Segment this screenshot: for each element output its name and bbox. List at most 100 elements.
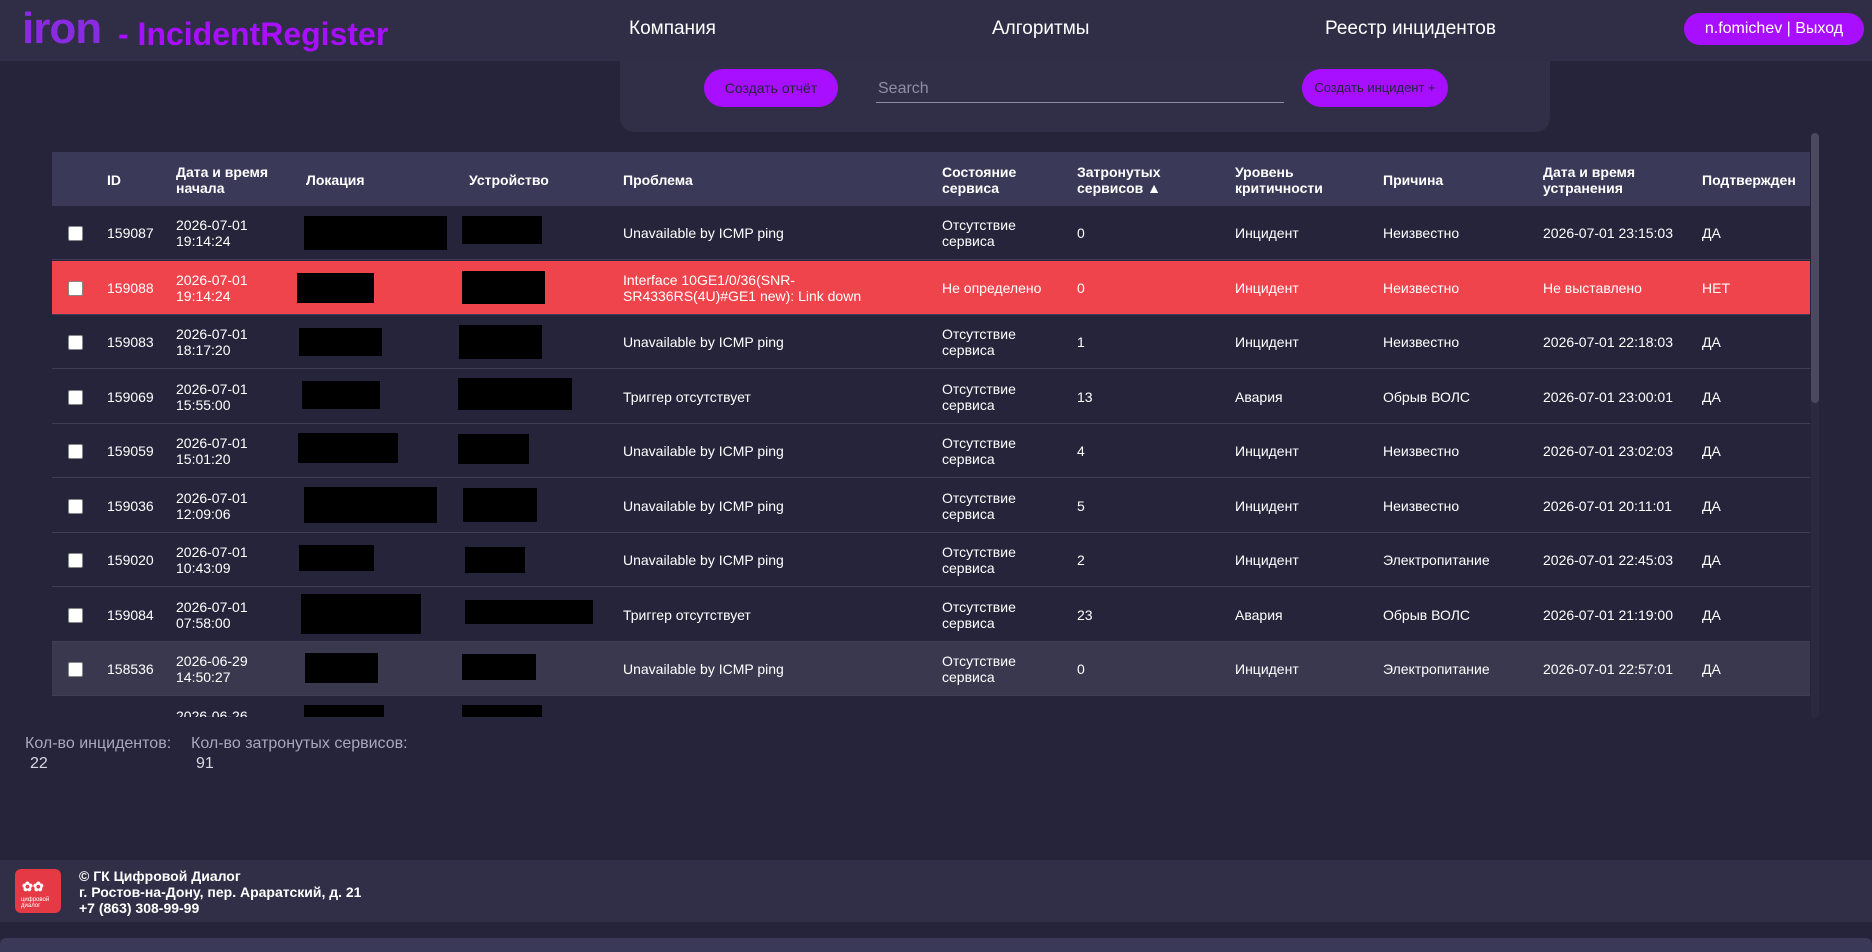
cell-cause: Неизвестно [1383, 279, 1460, 296]
col-id[interactable]: ID [107, 172, 121, 188]
cell-id: 159020 [107, 552, 154, 568]
cell-problem[interactable]: Триггер отсутствует [623, 389, 751, 405]
col-level[interactable]: Уровень критичности [1235, 164, 1335, 196]
col-problem[interactable]: Проблема [623, 172, 693, 188]
redacted-location [304, 704, 384, 717]
search-input[interactable] [876, 75, 1284, 103]
table-row[interactable]: 159083 2026-07-01 18:17:20 Unavailable by… [52, 315, 1810, 369]
redacted-device [458, 434, 529, 464]
col-state[interactable]: Состояние сервиса [942, 164, 1042, 196]
col-resolved[interactable]: Дата и время устранения [1543, 164, 1663, 196]
row-checkbox[interactable] [68, 553, 83, 568]
company-logo: ✿✿ цифровой диалог [15, 869, 61, 913]
cell-resolved: 2026-07-01 23:00:01 [1543, 388, 1673, 405]
cell-confirmed: ДА [1702, 497, 1721, 514]
cell-level: Инцидент [1235, 225, 1299, 241]
cell-id: 159084 [107, 606, 154, 623]
cell-problem[interactable]: Unavailable by ICMP ping [623, 334, 784, 350]
cell-affected: 2 [1077, 552, 1085, 568]
cell-id: 159087 [107, 225, 154, 241]
footer-address: г. Ростов-на-Дону, пер. Араратский, д. 2… [79, 884, 362, 900]
table-row[interactable]: 159088 2026-07-01 19:14:24 Interface 10GE… [52, 260, 1810, 315]
col-affected[interactable]: Затронутых сервисов ▲ [1077, 164, 1187, 196]
cell-problem[interactable]: Unavailable by ICMP ping [623, 661, 784, 677]
cell-problem[interactable]: Unavailable by ICMP ping [623, 443, 784, 459]
col-confirmed[interactable]: Подтвержден [1702, 172, 1796, 188]
table-row[interactable]: 159087 2026-07-01 19:14:24 Unavailable by… [52, 206, 1810, 260]
row-checkbox[interactable] [68, 444, 83, 459]
cell-state: Отсутствие сервиса [942, 653, 1016, 685]
cell-cause: Электропитание [1383, 661, 1490, 677]
create-report-button[interactable]: Создать отчёт [704, 69, 838, 107]
col-device[interactable]: Устройство [469, 172, 549, 188]
redacted-location [305, 653, 378, 683]
cell-id: 159088 [107, 279, 154, 296]
company-logo-text: цифровой диалог [21, 897, 50, 909]
row-checkbox[interactable] [68, 716, 83, 717]
incidents-count-value: 22 [30, 755, 48, 772]
cell-problem[interactable]: Unavailable by ICMP ping [623, 552, 784, 568]
redacted-location [304, 486, 437, 523]
cell-start: 2026-07-01 19:14:24 [176, 271, 248, 304]
cell-id: 159036 [107, 497, 154, 514]
redacted-device [465, 547, 525, 573]
table-row[interactable]: 159084 2026-07-01 07:58:00 Триггер отсутс… [52, 588, 1810, 642]
cell-id: 159069 [107, 388, 154, 405]
cell-level: Инцидент [1235, 279, 1299, 296]
cell-id: 159083 [107, 334, 154, 350]
nav-company[interactable]: Компания [629, 18, 716, 40]
cell-state: Отсутствие сервиса [942, 217, 1016, 249]
row-checkbox[interactable] [68, 662, 83, 677]
redacted-location [299, 545, 374, 571]
row-checkbox[interactable] [68, 226, 83, 241]
table-row[interactable]: 159036 2026-07-01 12:09:06 Unavailable by… [52, 479, 1810, 533]
cell-confirmed: ДА [1702, 388, 1721, 405]
company-logo-mark-icon: ✿✿ [22, 879, 44, 894]
cell-affected: 0 [1077, 225, 1085, 241]
cell-affected: 4 [1077, 443, 1085, 459]
cell-cause: Неизвестно [1383, 225, 1460, 241]
row-checkbox[interactable] [68, 498, 83, 514]
table-row[interactable]: 159020 2026-07-01 10:43:09 Unavailable by… [52, 533, 1810, 587]
redacted-location [298, 433, 398, 463]
cell-resolved: 2026-07-01 22:57:01 [1543, 661, 1673, 677]
row-checkbox[interactable] [68, 335, 83, 350]
row-checkbox[interactable] [68, 280, 83, 296]
col-cause[interactable]: Причина [1383, 172, 1443, 188]
cell-affected: 1 [1077, 334, 1085, 350]
redacted-device [462, 654, 536, 680]
cell-start: 2026-07-01 19:14:24 [176, 217, 248, 249]
cell-problem[interactable]: Триггер отсутствует [623, 607, 751, 623]
table-row[interactable]: 158536 2026-06-29 14:50:27 Unavailable by… [52, 642, 1810, 696]
row-checkbox[interactable] [68, 607, 83, 623]
redacted-device [459, 325, 542, 359]
cell-affected: 5 [1077, 497, 1085, 514]
redacted-device [462, 270, 545, 304]
col-start[interactable]: Дата и время начала [176, 164, 286, 196]
cell-resolved: 2026-07-01 22:18:03 [1543, 334, 1673, 350]
cell-problem[interactable]: Interface 10GE1/0/36(SNR- SR4336RS(4U)#GE… [623, 272, 861, 304]
cell-resolved: 2026-07-01 20:11:01 [1543, 497, 1672, 514]
table-scrollbar-thumb[interactable] [1811, 133, 1819, 403]
redacted-device [458, 377, 572, 410]
col-location[interactable]: Локация [306, 172, 365, 188]
table-row[interactable]: 2026-06-26 Отсутствие [52, 697, 1810, 718]
row-checkbox[interactable] [68, 389, 83, 405]
table-row[interactable]: 159059 2026-07-01 15:01:20 Unavailable by… [52, 424, 1810, 478]
user-logout-button[interactable]: n.fomichev | Выход [1684, 13, 1864, 45]
footer-phone: +7 (863) 308-99-99 [79, 900, 200, 916]
services-count-label: Кол-во затронутых сервисов: [191, 735, 408, 752]
incidents-table: ID Дата и время начала Локация Устройств… [52, 152, 1810, 717]
create-incident-button[interactable]: Создать инцидент + [1302, 69, 1448, 107]
cell-confirmed: ДА [1702, 661, 1721, 677]
cell-problem[interactable]: Unavailable by ICMP ping [623, 225, 784, 241]
cell-id: 158536 [107, 661, 154, 677]
nav-incident-registry[interactable]: Реестр инцидентов [1325, 18, 1496, 40]
cell-cause: Электропитание [1383, 552, 1490, 568]
cell-state: Отсутствие [942, 716, 1016, 718]
table-row[interactable]: 159069 2026-07-01 15:55:00 Триггер отсутс… [52, 370, 1810, 424]
cell-affected: 23 [1077, 606, 1093, 623]
nav-algorithms[interactable]: Алгоритмы [992, 18, 1089, 40]
redacted-device [462, 216, 542, 244]
cell-problem[interactable]: Unavailable by ICMP ping [623, 498, 784, 514]
